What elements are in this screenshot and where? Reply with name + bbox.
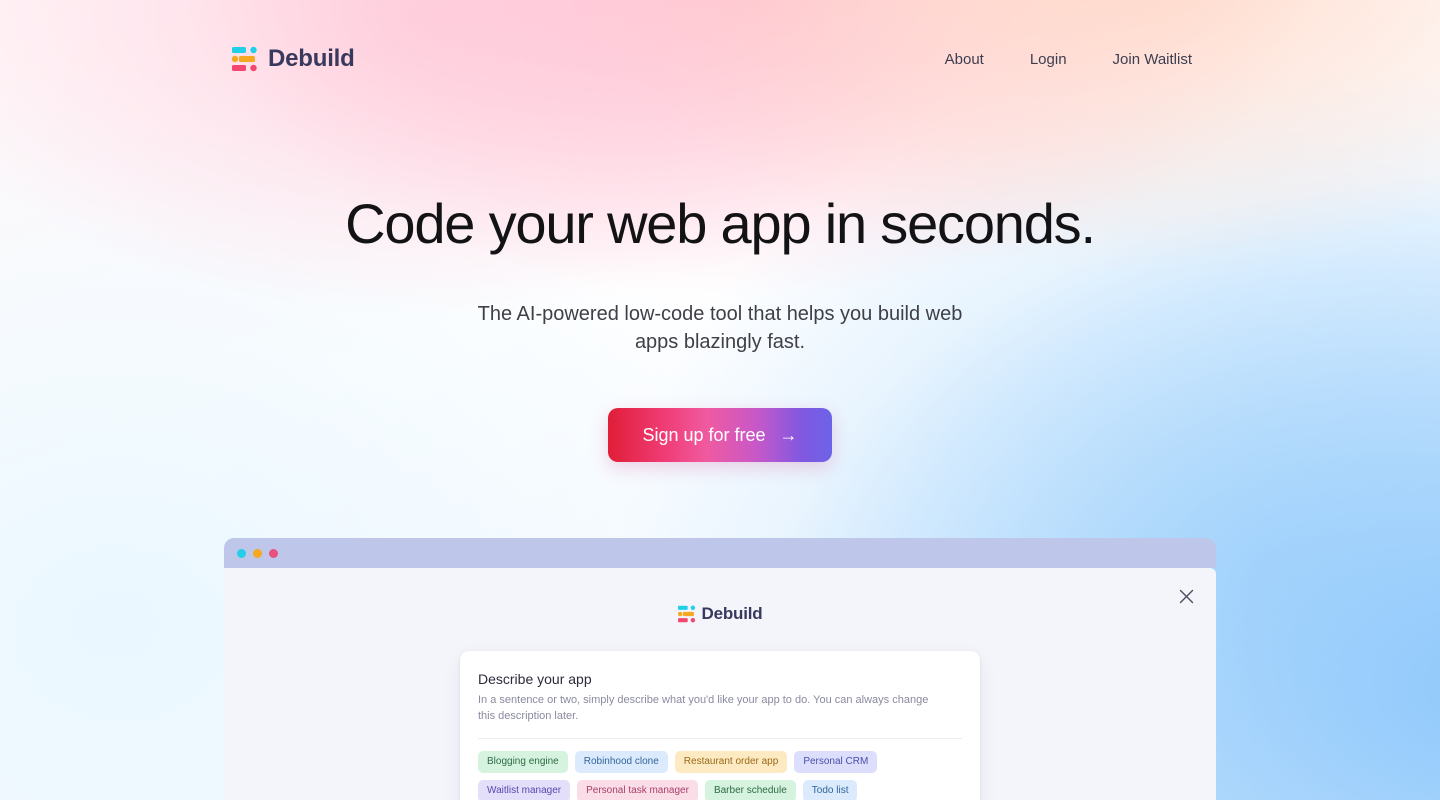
hero-section: Code your web app in seconds. The AI-pow…	[0, 118, 1440, 463]
main-navigation: About Login Join Waitlist	[945, 51, 1192, 68]
debuild-logo-icon	[232, 46, 257, 72]
chip-waitlist-manager[interactable]: Waitlist manager	[478, 780, 571, 800]
chip-personal-task-manager[interactable]: Personal task manager	[577, 780, 698, 800]
card-divider	[478, 738, 962, 739]
arrow-right-icon: →	[779, 425, 798, 446]
traffic-light-cyan-dot[interactable]	[237, 548, 246, 558]
chip-row: Waitlist manager Personal task manager B…	[478, 780, 962, 800]
traffic-light-orange-dot[interactable]	[253, 548, 262, 558]
close-icon[interactable]	[1174, 584, 1198, 608]
brand-name: Debuild	[268, 45, 355, 72]
example-app-chips: Blogging engine Robinhood clone Restaura…	[478, 751, 962, 800]
chip-blogging-engine[interactable]: Blogging engine	[478, 751, 568, 773]
chip-restaurant-order-app[interactable]: Restaurant order app	[674, 751, 788, 773]
chip-robinhood-clone[interactable]: Robinhood clone	[574, 751, 668, 773]
cta-container: Sign up for free →	[0, 408, 1440, 463]
modal-brand: Debuild	[224, 568, 1216, 624]
signup-button-label: Sign up for free	[642, 424, 766, 445]
nav-link-join-waitlist[interactable]: Join Waitlist	[1113, 51, 1192, 68]
describe-your-app-card: Describe your app In a sentence or two, …	[460, 651, 980, 800]
nav-link-login[interactable]: Login	[1030, 51, 1067, 68]
modal-brand-name: Debuild	[701, 604, 763, 623]
hero-title: Code your web app in seconds.	[345, 192, 1096, 255]
traffic-light-pink-dot[interactable]	[269, 548, 278, 558]
close-x-glyph	[1179, 589, 1193, 603]
chip-todo-list[interactable]: Todo list	[802, 780, 858, 800]
chip-personal-crm[interactable]: Personal CRM	[794, 751, 878, 773]
card-description: In a sentence or two, simply describe wh…	[478, 694, 929, 722]
debuild-logo-icon	[677, 605, 695, 623]
site-header: Debuild About Login Join Waitlist	[0, 0, 1440, 118]
mockup-titlebar	[224, 538, 1216, 568]
chip-row: Blogging engine Robinhood clone Restaura…	[478, 751, 962, 773]
hero-subtitle: The AI-powered low-code tool that helps …	[477, 303, 963, 354]
signup-for-free-button[interactable]: Sign up for free →	[608, 408, 832, 463]
nav-link-about[interactable]: About	[945, 51, 984, 68]
chip-barber-schedule[interactable]: Barber schedule	[704, 780, 796, 800]
card-title: Describe your app	[478, 671, 592, 687]
mockup-viewport: Debuild Describe your app In a sentence …	[224, 568, 1216, 800]
browser-mockup: Debuild Describe your app In a sentence …	[224, 538, 1216, 800]
brand-logo-link[interactable]: Debuild	[232, 45, 355, 73]
